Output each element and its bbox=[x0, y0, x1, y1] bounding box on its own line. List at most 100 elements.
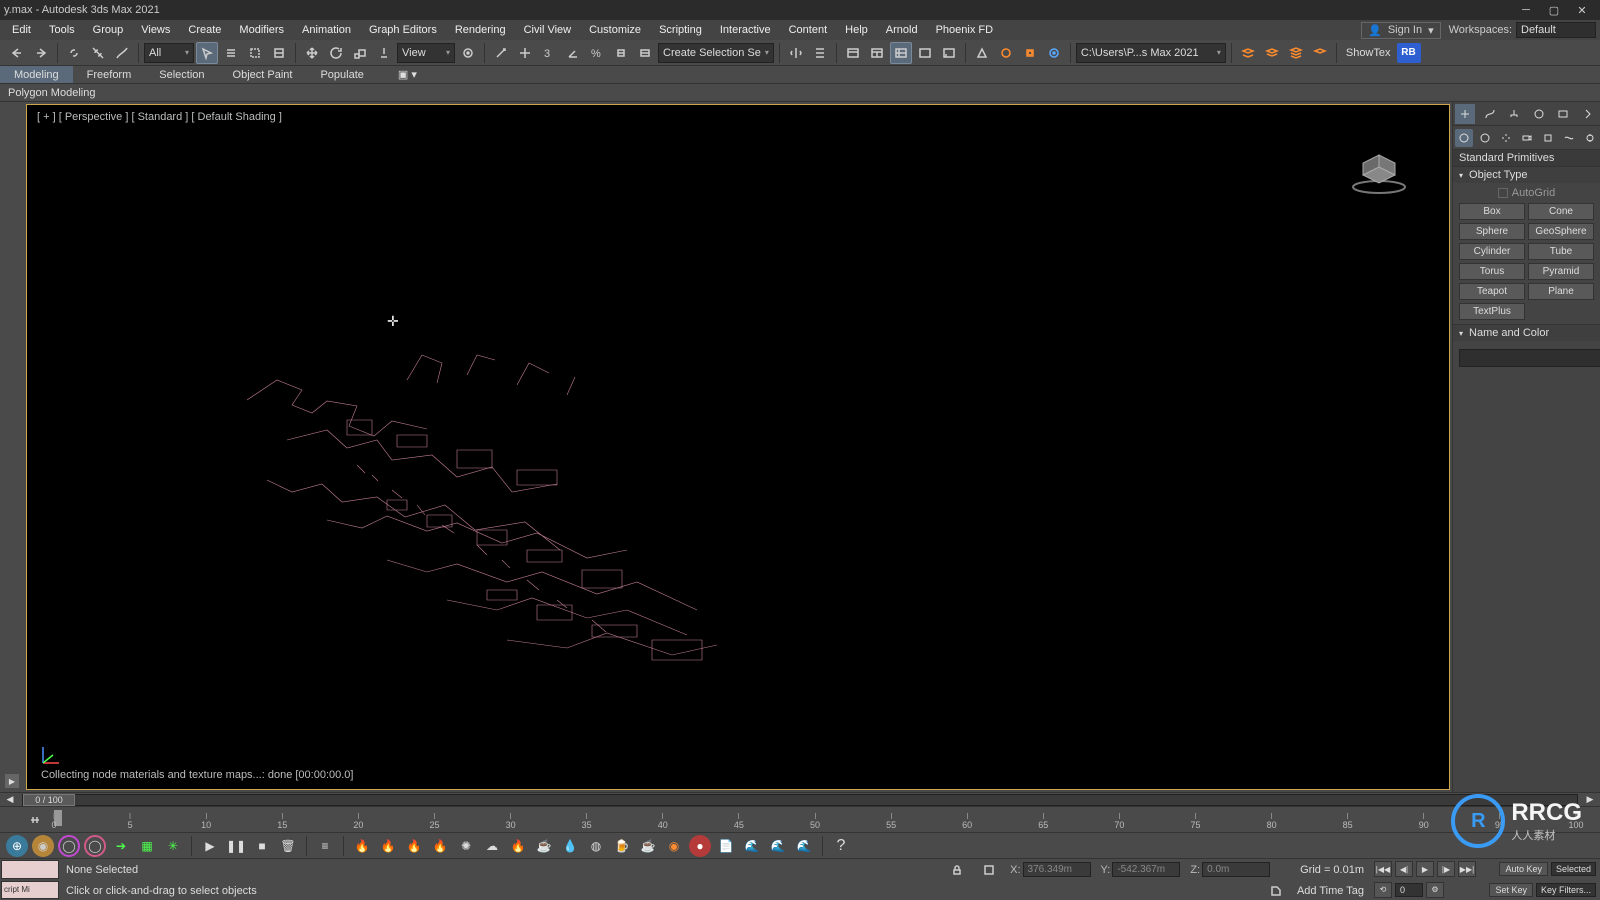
ribbon-tab-objectpaint[interactable]: Object Paint bbox=[219, 66, 307, 83]
mirror-button[interactable] bbox=[785, 42, 807, 64]
fire-5-icon[interactable]: 🔥 bbox=[507, 835, 529, 857]
menu-grapheditors[interactable]: Graph Editors bbox=[361, 22, 445, 38]
maxscript-listener-icon[interactable]: ⊕ bbox=[6, 835, 28, 857]
icon-6[interactable]: ▦ bbox=[136, 835, 158, 857]
modify-tab[interactable] bbox=[1480, 104, 1500, 124]
menu-rendering[interactable]: Rendering bbox=[447, 22, 514, 38]
stop-icon[interactable]: ■ bbox=[251, 835, 273, 857]
hierarchy-tab[interactable] bbox=[1504, 104, 1524, 124]
select-object-button[interactable] bbox=[196, 42, 218, 64]
move-button[interactable] bbox=[301, 42, 323, 64]
render-frame-button[interactable] bbox=[995, 42, 1017, 64]
prim-plane[interactable]: Plane bbox=[1528, 283, 1594, 300]
lights-category[interactable] bbox=[1497, 129, 1515, 147]
goto-start-button[interactable]: |◀◀ bbox=[1374, 861, 1392, 877]
time-slider-track[interactable]: 0 / 100 bbox=[22, 794, 1578, 806]
menu-animation[interactable]: Animation bbox=[294, 22, 359, 38]
menu-arnold[interactable]: Arnold bbox=[878, 22, 926, 38]
toggle-ribbon-button[interactable] bbox=[866, 42, 888, 64]
current-frame-field[interactable]: 0 bbox=[1395, 883, 1423, 897]
ruler-track[interactable]: 0510152025303540455055606570758085909510… bbox=[54, 810, 1576, 830]
menu-civilview[interactable]: Civil View bbox=[516, 22, 579, 38]
autogrid-row[interactable]: AutoGrid bbox=[1459, 187, 1594, 199]
menu-edit[interactable]: Edit bbox=[4, 22, 39, 38]
prim-pyramid[interactable]: Pyramid bbox=[1528, 263, 1594, 280]
water-icon[interactable]: 💧 bbox=[559, 835, 581, 857]
track-left-arrow[interactable]: ◀ bbox=[4, 794, 16, 806]
pause-icon[interactable]: ❚❚ bbox=[225, 835, 247, 857]
object-type-rollup-header[interactable]: ▾Object Type bbox=[1453, 166, 1600, 183]
timeline-ruler[interactable]: 0510152025303540455055606570758085909510… bbox=[0, 806, 1600, 832]
bind-button[interactable] bbox=[111, 42, 133, 64]
smoke-icon[interactable]: ☁ bbox=[481, 835, 503, 857]
play-button[interactable]: ▶ bbox=[1416, 861, 1434, 877]
prim-torus[interactable]: Torus bbox=[1459, 263, 1525, 280]
placement-button[interactable] bbox=[373, 42, 395, 64]
menu-help[interactable]: Help bbox=[837, 22, 876, 38]
workspaces-value[interactable] bbox=[1516, 22, 1596, 38]
snap-toggle-button[interactable]: 3 bbox=[538, 42, 560, 64]
rb-badge[interactable]: RB bbox=[1397, 43, 1421, 63]
fire-4-icon[interactable]: 🔥 bbox=[429, 835, 451, 857]
play-back-icon[interactable]: ▶ bbox=[199, 835, 221, 857]
layer-explorer-button[interactable] bbox=[842, 42, 864, 64]
prim-teapot[interactable]: Teapot bbox=[1459, 283, 1525, 300]
keyboard-shortcut-button[interactable] bbox=[514, 42, 536, 64]
fire-1-icon[interactable]: 🔥 bbox=[351, 835, 373, 857]
pivot-button[interactable] bbox=[457, 42, 479, 64]
named-selection-combo[interactable]: Create Selection Se▾ bbox=[658, 43, 774, 63]
menu-content[interactable]: Content bbox=[781, 22, 836, 38]
track-right-arrow[interactable]: ▶ bbox=[1584, 794, 1596, 806]
liquid-icon[interactable]: ◍ bbox=[585, 835, 607, 857]
list-icon[interactable]: ≡ bbox=[314, 835, 336, 857]
spacewarps-category[interactable] bbox=[1560, 129, 1578, 147]
icon-3[interactable]: ◯ bbox=[58, 835, 80, 857]
window-crossing-button[interactable] bbox=[268, 42, 290, 64]
add-time-tag[interactable]: Add Time Tag bbox=[1297, 885, 1364, 897]
autogrid-checkbox[interactable] bbox=[1498, 188, 1508, 198]
curve-editor-button[interactable] bbox=[890, 42, 912, 64]
ref-coord-combo[interactable]: View▾ bbox=[397, 43, 455, 63]
autokey-button[interactable]: Auto Key bbox=[1499, 862, 1548, 876]
schematic-view-button[interactable] bbox=[914, 42, 936, 64]
name-color-rollup-header[interactable]: ▾Name and Color bbox=[1453, 324, 1600, 341]
undo-button[interactable] bbox=[6, 42, 28, 64]
viewport-label[interactable]: [ + ] [ Perspective ] [ Standard ] [ Def… bbox=[37, 111, 282, 123]
viewcube[interactable] bbox=[1349, 145, 1409, 195]
icon-5[interactable]: ➔ bbox=[110, 835, 132, 857]
workspaces-selector[interactable]: Workspaces: bbox=[1449, 22, 1596, 38]
utilities-tab[interactable] bbox=[1578, 104, 1598, 124]
layers-button[interactable] bbox=[1237, 42, 1259, 64]
menu-group[interactable]: Group bbox=[85, 22, 132, 38]
display-tab[interactable] bbox=[1553, 104, 1573, 124]
bomb-icon[interactable]: ● bbox=[689, 835, 711, 857]
menu-modifiers[interactable]: Modifiers bbox=[231, 22, 292, 38]
time-config-button[interactable]: ⚙ bbox=[1426, 882, 1444, 898]
timeline-config-button[interactable] bbox=[24, 809, 46, 831]
layers4-button[interactable] bbox=[1309, 42, 1331, 64]
menu-phoenixfd[interactable]: Phoenix FD bbox=[928, 22, 1001, 38]
icon-4[interactable]: ◯ bbox=[84, 835, 106, 857]
beer-icon[interactable]: 🍺 bbox=[611, 835, 633, 857]
minimize-button[interactable]: ─ bbox=[1512, 1, 1540, 19]
time-tag-icon[interactable] bbox=[1265, 880, 1287, 900]
prim-cylinder[interactable]: Cylinder bbox=[1459, 243, 1525, 260]
prim-box[interactable]: Box bbox=[1459, 203, 1525, 220]
shapes-category[interactable] bbox=[1476, 129, 1494, 147]
spinner-snap-button[interactable] bbox=[610, 42, 632, 64]
motion-tab[interactable] bbox=[1529, 104, 1549, 124]
percent-snap-button[interactable]: % bbox=[586, 42, 608, 64]
coffee-icon[interactable]: ☕ bbox=[637, 835, 659, 857]
explosion-icon[interactable]: ✺ bbox=[455, 835, 477, 857]
helpers-category[interactable] bbox=[1539, 129, 1557, 147]
help-icon[interactable]: ? bbox=[830, 835, 852, 857]
icon-7[interactable]: ✳ bbox=[162, 835, 184, 857]
named-selection-button[interactable] bbox=[634, 42, 656, 64]
primitive-type-label[interactable]: Standard Primitives bbox=[1453, 150, 1600, 166]
layers3-button[interactable] bbox=[1285, 42, 1307, 64]
material-editor-button[interactable] bbox=[938, 42, 960, 64]
manipulate-button[interactable] bbox=[490, 42, 512, 64]
ocean-2-icon[interactable]: 🌊 bbox=[767, 835, 789, 857]
ribbon-tab-populate[interactable]: Populate bbox=[306, 66, 377, 83]
prim-textplus[interactable]: TextPlus bbox=[1459, 303, 1525, 320]
